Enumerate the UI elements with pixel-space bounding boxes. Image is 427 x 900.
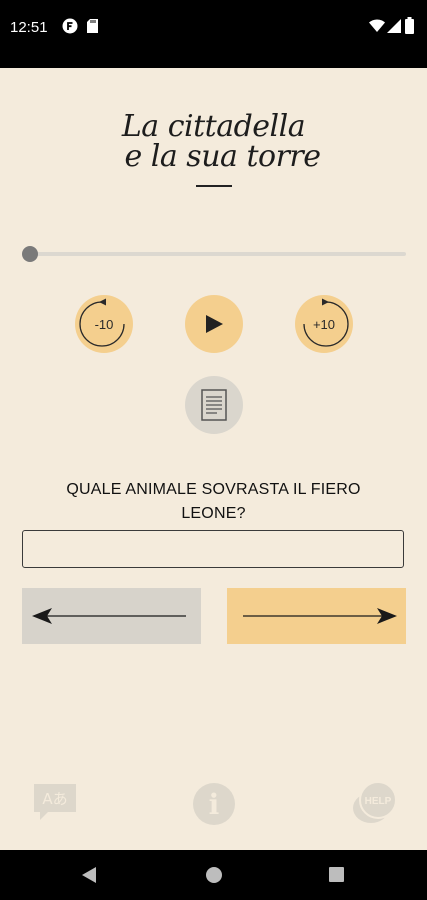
arrow-left-icon (31, 608, 186, 624)
story-title-line2: e la sua torre (124, 139, 322, 174)
notification-f-icon (62, 18, 78, 39)
title-underline (196, 185, 232, 187)
rewind-10-icon: -10 (79, 298, 125, 347)
forward-10-label: +10 (313, 317, 335, 332)
sd-card-icon (86, 18, 99, 39)
next-button[interactable] (227, 588, 406, 644)
story-title: La cittadella e la sua torre (0, 112, 427, 172)
translate-button[interactable]: Aあ (32, 782, 78, 827)
arrow-right-icon (242, 608, 397, 624)
status-time: 12:51 (10, 19, 48, 36)
translate-glyphs: Aあ (42, 790, 67, 808)
system-nav-bar (0, 850, 427, 900)
question-text: QUALE ANIMALE SOVRASTA IL FIERO LEONE? (66, 481, 361, 522)
back-icon[interactable] (82, 867, 96, 888)
wifi-icon (369, 19, 385, 38)
battery-icon (405, 17, 414, 39)
help-button[interactable]: HELP (350, 780, 398, 833)
info-button[interactable]: i (192, 782, 236, 831)
signal-icon (387, 19, 401, 38)
play-icon (206, 315, 223, 333)
audio-progress-track[interactable] (30, 252, 406, 256)
story-title-line1: La cittadella (121, 109, 306, 144)
main-content: La cittadella e la sua torre -10 +10 QUA… (0, 68, 427, 850)
document-icon (201, 389, 227, 421)
translate-icon: Aあ (34, 784, 76, 820)
info-icon: i (193, 783, 235, 825)
rewind-10-label: -10 (95, 317, 114, 332)
audio-progress-knob[interactable] (22, 246, 38, 262)
answer-input[interactable] (22, 530, 404, 568)
transcript-button[interactable] (185, 376, 243, 434)
rewind-10-button[interactable]: -10 (75, 295, 133, 353)
recents-icon[interactable] (329, 867, 344, 887)
status-bar: 12:51 (0, 0, 427, 68)
forward-10-button[interactable]: +10 (295, 295, 353, 353)
info-glyph: i (209, 788, 220, 821)
play-button[interactable] (185, 295, 243, 353)
previous-button[interactable] (22, 588, 201, 644)
home-icon[interactable] (206, 867, 222, 888)
help-label: HELP (365, 796, 392, 807)
forward-10-icon: +10 (303, 298, 349, 347)
help-icon: HELP (353, 781, 397, 823)
